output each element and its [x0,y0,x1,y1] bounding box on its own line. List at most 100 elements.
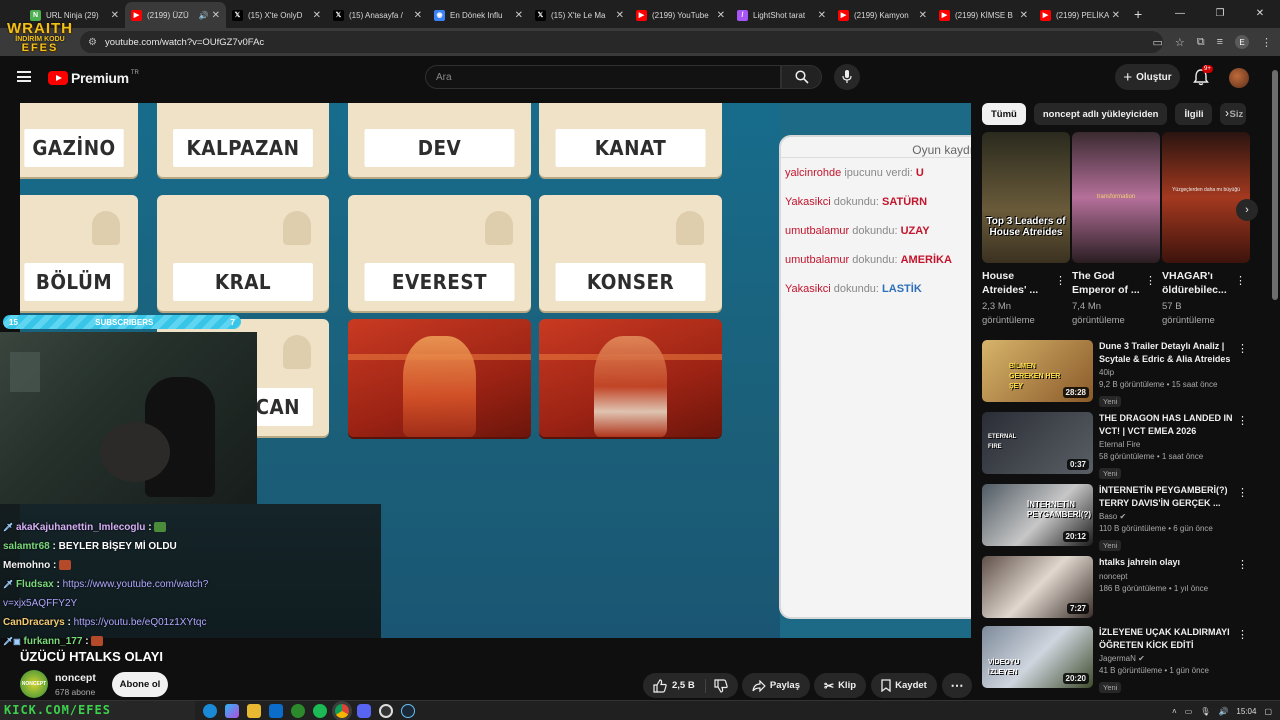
bookmark-star-icon[interactable]: ☆ [1175,36,1185,49]
close-icon[interactable]: ✕ [919,10,927,21]
more-vertical-icon[interactable]: ⋮ [1055,274,1066,287]
more-vertical-icon[interactable]: ⋮ [1237,486,1248,499]
extensions-icon[interactable]: ⧉ [1197,36,1205,49]
chip-all[interactable]: Tümü [982,103,1026,125]
video-title[interactable]: THE DRAGON HAS LANDED IN VCT! | VCT EMEA… [1099,412,1235,437]
video-channel[interactable]: Eternal Fire [1099,439,1235,451]
video-channel[interactable]: JagermaN ✔ [1099,653,1235,665]
video-channel[interactable]: Baso ✔ [1099,511,1235,523]
notifications-tray-icon[interactable]: ▢ [1264,707,1272,716]
close-icon[interactable]: ✕ [111,10,119,21]
video-title[interactable]: İZLEYENE UÇAK KALDIRMAYI ÖĞRETEN KİCK ED… [1099,626,1235,651]
file-explorer-icon[interactable] [247,704,261,718]
menu-icon[interactable]: ⋮ [1261,36,1272,49]
more-vertical-icon[interactable]: ⋮ [1235,274,1246,287]
video-title[interactable]: htalks jahrein olayı [1099,556,1235,569]
video-title[interactable]: İNTERNETİN PEYGAMBERİ(?) TERRY DAVIS'İN … [1099,484,1235,509]
obs-icon[interactable] [379,704,393,718]
close-icon[interactable]: ✕ [717,10,725,21]
short-item[interactable]: transformation The God Emperor of ... 7,4… [1072,132,1160,328]
minimize-icon[interactable]: — [1160,0,1200,28]
clip-button[interactable]: ✂ Klip [814,673,866,698]
more-vertical-icon[interactable]: ⋮ [1237,342,1248,355]
restore-icon[interactable]: ❐ [1200,0,1240,28]
dislike-button[interactable] [705,678,728,693]
search-input[interactable]: Ara [425,65,781,89]
close-icon[interactable]: ✕ [414,10,422,21]
close-icon[interactable]: ✕ [1020,10,1028,21]
close-icon[interactable]: ✕ [515,10,523,21]
video-thumbnail[interactable]: İNTERNETİN PEYGAMBERİ(?) 20:12 [982,484,1093,546]
microphone-tray-icon[interactable]: 🎙 [1200,707,1210,716]
more-vertical-icon[interactable]: ⋮ [1237,628,1248,641]
recommended-video[interactable]: 7:27 htalks jahrein olayı noncept 186 B … [982,556,1254,620]
more-vertical-icon[interactable]: ⋮ [1237,558,1248,571]
more-vertical-icon[interactable]: ⋮ [1237,414,1248,427]
clock[interactable]: 15:04 [1236,707,1256,716]
discord-icon[interactable] [357,704,371,718]
create-button[interactable]: + Oluştur [1115,64,1180,90]
short-thumbnail[interactable]: transformation [1072,132,1160,263]
close-icon[interactable]: ✕ [818,10,826,21]
close-icon[interactable]: ✕ [616,10,624,21]
chevron-up-icon[interactable]: ˄ [1172,707,1177,716]
browser-tab[interactable]: ▶ (2199) YouTube ✕ [630,2,731,28]
display-icon[interactable]: ▭ [1185,707,1193,716]
browser-tab[interactable]: ▶ (2199) PELİKAN ✕ [1034,2,1126,28]
short-item[interactable]: Yüzgeçlerden daha mı büyüğü VHAGAR'ı öldü… [1162,132,1250,328]
chat-link[interactable]: v=xjx5AQFFY2Y [3,598,77,609]
video-channel[interactable]: 40ip [1099,367,1235,379]
more-vertical-icon[interactable]: ⋮ [1145,274,1156,287]
browser-tab[interactable]: ◉ En Dönek Influ ✕ [428,2,529,28]
xbox-icon[interactable] [291,704,305,718]
recommended-video[interactable]: ETERNAL FIRE 0:37 THE DRAGON HAS LANDED I… [982,412,1254,479]
page-scrollbar[interactable] [1272,70,1278,300]
hamburger-menu-icon[interactable] [17,71,31,82]
browser-tab[interactable]: / LightShot tarat ✕ [731,2,832,28]
close-window-icon[interactable]: ✕ [1240,0,1280,28]
chevron-right-icon[interactable]: › [1225,106,1229,120]
recommended-video[interactable]: İNTERNETİN PEYGAMBERİ(?) 20:12 İNTERNETİN… [982,484,1254,551]
short-thumbnail[interactable]: Yüzgeçlerden daha mı büyüğü [1162,132,1250,263]
close-icon[interactable]: ✕ [212,10,220,21]
speaker-icon[interactable]: 🔊 [199,11,209,20]
browser-tab[interactable]: 𝕏 (15) X'te Le Ma ✕ [529,2,630,28]
shorts-next-button[interactable]: › [1236,199,1258,221]
like-button[interactable]: 2,5 B [653,678,695,693]
subscribe-button[interactable]: Abone ol [112,672,168,697]
address-bar[interactable]: ⚙ youtube.com/watch?v=OUfGZ7v0FAc [80,31,1163,53]
new-tab-button[interactable]: + [1134,6,1142,22]
recommended-video[interactable]: VİDEOYU İZLEYEN 20:20 İZLEYENE UÇAK KALDI… [982,626,1254,693]
close-icon[interactable]: ✕ [313,10,321,21]
browser-tab[interactable]: 𝕏 (15) Anasayfa / ✕ [327,2,428,28]
video-title[interactable]: Dune 3 Trailer Detaylı Analiz | Scytale … [1099,340,1235,365]
youtube-logo[interactable]: Premium TR [48,70,139,86]
browser-tab[interactable]: 𝕏 (15) X'te OnlyD ✕ [226,2,327,28]
close-icon[interactable]: ✕ [1112,10,1120,21]
spotify-icon[interactable] [313,704,327,718]
outlook-icon[interactable] [269,704,283,718]
site-info-icon[interactable]: ⚙ [88,37,97,48]
browser-tab[interactable]: ▶ (2199) Kamyon ✕ [832,2,933,28]
search-button[interactable] [781,65,822,89]
edge-icon[interactable] [203,704,217,718]
short-thumbnail[interactable]: Top 3 Leaders of House Atreides [982,132,1070,263]
notifications-button[interactable]: 9+ [1193,65,1213,86]
chip-related[interactable]: İlgili [1175,103,1213,125]
video-thumbnail[interactable]: BİLMEN GEREKEN HER ŞEY 28:28 [982,340,1093,402]
more-actions-button[interactable]: ⋯ [942,673,972,698]
video-thumbnail[interactable]: ETERNAL FIRE 0:37 [982,412,1093,474]
profile-icon[interactable]: E [1235,35,1249,49]
channel-name[interactable]: noncept [55,672,96,684]
share-button[interactable]: Paylaş [742,673,810,698]
video-channel[interactable]: noncept [1099,571,1235,583]
browser-tab[interactable]: ▶ (2199) KİMSE B ✕ [933,2,1034,28]
voice-search-button[interactable] [834,64,860,90]
save-button[interactable]: Kaydet [871,673,937,698]
cast-icon[interactable]: ▭ [1152,36,1162,49]
chrome-icon[interactable] [335,704,349,718]
browser-tab-active[interactable]: ▶ (2199) ÜZÜ 🔊 ✕ [125,2,226,28]
recommended-video[interactable]: BİLMEN GEREKEN HER ŞEY 28:28 Dune 3 Trail… [982,340,1254,407]
volume-icon[interactable]: 🔊 [1218,707,1228,716]
chat-link[interactable]: https://youtu.be/eQ01z1XYtqc [74,617,207,628]
